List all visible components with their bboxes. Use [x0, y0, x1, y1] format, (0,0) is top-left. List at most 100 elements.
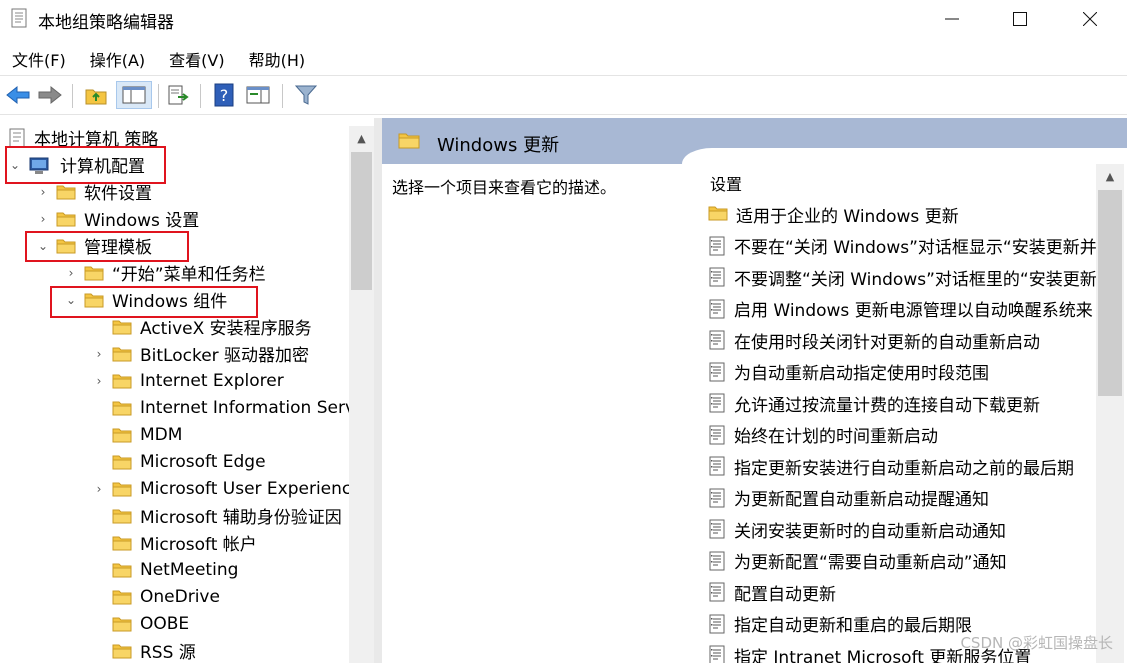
collapsed-chevron-icon[interactable]: › — [92, 374, 106, 388]
setting-label: 关闭安装更新时的自动重新启动通知 — [734, 521, 1006, 542]
policy-setting-row[interactable]: 指定自动更新和重启的最后期限 — [708, 609, 972, 639]
toolbar-separator — [72, 84, 73, 108]
folder-icon — [112, 319, 132, 335]
policy-doc-icon — [708, 519, 726, 539]
show-hide-tree-button[interactable] — [116, 81, 152, 109]
properties-button[interactable] — [244, 81, 272, 109]
collapsed-chevron-icon[interactable]: › — [36, 185, 50, 199]
tree-item[interactable]: OOBE — [92, 610, 189, 637]
tree-item[interactable]: › “开始”菜单和任务栏 — [64, 259, 266, 286]
policy-setting-row[interactable]: 指定更新安装进行自动重新启动之前的最后期 — [708, 451, 1074, 481]
folder-icon — [84, 265, 104, 281]
policy-doc-icon — [708, 582, 726, 602]
folder-icon — [708, 204, 728, 224]
highlight-box-computer-config — [5, 146, 166, 184]
tree-item[interactable]: › BitLocker 驱动器加密 — [92, 340, 309, 367]
forward-icon — [38, 85, 62, 105]
tree-item[interactable]: RSS 源 — [92, 637, 196, 663]
toolbar-separator — [200, 84, 201, 108]
tree-item[interactable]: › Microsoft User Experienc — [92, 475, 349, 502]
filter-button[interactable] — [292, 81, 320, 109]
maximize-button[interactable] — [996, 0, 1044, 38]
tree-item-label: Internet Explorer — [140, 370, 284, 391]
tree-item[interactable]: Internet Information Serv — [92, 394, 349, 421]
collapsed-chevron-icon[interactable]: › — [64, 266, 78, 280]
watermark: CSDN @彩虹国操盘长 — [960, 634, 1113, 652]
folder-icon — [112, 589, 132, 605]
policy-doc-icon — [708, 456, 726, 476]
help-icon: ? — [214, 83, 234, 107]
tree-item[interactable]: Microsoft Edge — [92, 448, 266, 475]
policy-doc-icon — [708, 236, 726, 256]
toolbar-separator — [282, 84, 283, 108]
help-button[interactable]: ? — [210, 81, 238, 109]
tree-item-label: OneDrive — [140, 586, 220, 607]
show-hide-tree-icon — [122, 86, 146, 104]
setting-label: 适用于企业的 Windows 更新 — [736, 206, 959, 227]
tree-item-label: Microsoft 帐户 — [140, 535, 257, 555]
column-header-settings[interactable]: 设置 — [710, 171, 742, 195]
settings-folder-row[interactable]: 适用于企业的 Windows 更新 — [708, 199, 959, 229]
setting-label: 在使用时段关闭针对更新的自动重新启动 — [734, 332, 1040, 353]
tree-item[interactable]: Microsoft 帐户 — [92, 529, 257, 556]
tree-item[interactable]: OneDrive — [92, 583, 220, 610]
policy-setting-row[interactable]: 启用 Windows 更新电源管理以自动唤醒系统来 — [708, 294, 1093, 324]
policy-setting-row[interactable]: 始终在计划的时间重新启动 — [708, 420, 938, 450]
settings-scrollbar[interactable]: ▲ — [1096, 164, 1124, 663]
policy-doc-icon — [708, 393, 726, 413]
tree-item[interactable]: › Windows 设置 — [36, 205, 200, 232]
tree-item-label: RSS 源 — [140, 643, 196, 663]
policy-setting-row[interactable]: 不要调整“关闭 Windows”对话框里的“安装更新 — [708, 262, 1096, 292]
policy-setting-row[interactable]: 为自动重新启动指定使用时段范围 — [708, 357, 989, 387]
settings-scrollbar-thumb[interactable] — [1098, 190, 1122, 396]
close-button[interactable] — [1066, 0, 1114, 38]
setting-label: 为更新配置自动重新启动提醒通知 — [734, 490, 989, 510]
scroll-up-icon[interactable]: ▲ — [1096, 164, 1124, 188]
scroll-up-icon[interactable]: ▲ — [349, 126, 374, 150]
policy-setting-row[interactable]: 不要在“关闭 Windows”对话框显示“安装更新并 — [708, 231, 1096, 261]
setting-label: 始终在计划的时间重新启动 — [734, 427, 938, 447]
export-list-button[interactable] — [164, 81, 192, 109]
tree-item[interactable]: › Internet Explorer — [92, 367, 284, 394]
forward-button[interactable] — [36, 81, 64, 109]
svg-text:?: ? — [220, 86, 229, 105]
collapsed-chevron-icon[interactable]: › — [36, 212, 50, 226]
collapsed-chevron-icon[interactable]: › — [92, 347, 106, 361]
menu-file[interactable]: 文件(F) — [0, 44, 78, 72]
menu-view[interactable]: 查看(V) — [157, 44, 236, 72]
menu-action[interactable]: 操作(A) — [78, 44, 157, 72]
collapsed-chevron-icon[interactable]: › — [92, 482, 106, 496]
menu-help[interactable]: 帮助(H) — [237, 44, 318, 72]
policy-doc-icon — [708, 488, 726, 508]
tree-scrollbar[interactable]: ▲ — [349, 126, 374, 663]
back-button[interactable] — [4, 81, 32, 109]
minimize-button[interactable] — [928, 0, 976, 38]
folder-icon — [112, 481, 132, 497]
policy-doc-icon — [708, 551, 726, 571]
setting-label: 允许通过按流量计费的连接自动下载更新 — [734, 395, 1040, 416]
policy-doc-icon — [708, 645, 726, 663]
description-text: 选择一个项目来查看它的描述。 — [392, 178, 617, 197]
folder-icon — [112, 535, 132, 551]
policy-setting-row[interactable]: 允许通过按流量计费的连接自动下载更新 — [708, 388, 1040, 418]
highlight-box-admin-templates — [25, 231, 189, 262]
policy-setting-row[interactable]: 为更新配置“需要自动重新启动”通知 — [708, 546, 1007, 576]
policy-setting-row[interactable]: 关闭安装更新时的自动重新启动通知 — [708, 514, 1006, 544]
setting-label: 不要调整“关闭 Windows”对话框里的“安装更新 — [734, 269, 1096, 290]
policy-setting-row[interactable]: 配置自动更新 — [708, 577, 836, 607]
folder-icon — [112, 373, 132, 389]
pane-divider[interactable] — [374, 118, 382, 663]
toolbar-separator — [158, 84, 159, 108]
policy-doc-icon — [708, 330, 726, 350]
tree-item-label: BitLocker 驱动器加密 — [140, 346, 310, 366]
tree-item-label: MDM — [140, 424, 183, 445]
tree-scrollbar-thumb[interactable] — [351, 152, 372, 290]
tree-item[interactable]: MDM — [92, 421, 182, 448]
header-decoration — [682, 148, 1127, 178]
tree-item[interactable]: Microsoft 辅助身份验证因 — [92, 502, 342, 529]
policy-setting-row[interactable]: 在使用时段关闭针对更新的自动重新启动 — [708, 325, 1040, 355]
maximize-icon — [1013, 12, 1027, 26]
tree-item[interactable]: NetMeeting — [92, 556, 238, 583]
policy-setting-row[interactable]: 为更新配置自动重新启动提醒通知 — [708, 483, 989, 513]
up-level-button[interactable] — [82, 81, 110, 109]
